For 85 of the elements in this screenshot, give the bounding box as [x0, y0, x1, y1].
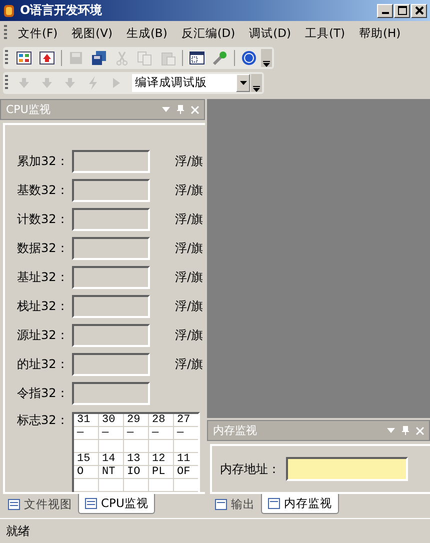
flag-value: — [149, 427, 174, 440]
document-icon [85, 498, 97, 509]
flag-value: O [74, 466, 99, 479]
menu-item[interactable]: 反汇编(D) [174, 26, 242, 40]
panel-title: 内存监视 [213, 423, 258, 438]
empty-cell [124, 440, 149, 453]
window-title: O语言开发环境 [20, 2, 104, 19]
overflow-icon[interactable] [251, 74, 262, 92]
maximize-button[interactable] [394, 4, 410, 18]
empty-cell [99, 440, 124, 453]
menu-item[interactable]: 生成(B) [119, 26, 174, 40]
register-field[interactable] [72, 208, 150, 231]
bit-number: 28 [149, 414, 174, 427]
build-mode-dropdown[interactable]: 编译成调试版 [132, 74, 250, 92]
panel-tab[interactable]: 文件视图 [2, 494, 78, 514]
flag-label: 浮/旗 [175, 269, 204, 286]
empty-cell [149, 440, 174, 453]
register-field[interactable] [72, 150, 150, 173]
menu-item[interactable]: 调试(D) [242, 26, 298, 40]
caret-icon [240, 80, 246, 84]
grip-handle[interactable] [4, 25, 7, 41]
flag-value: — [74, 427, 99, 440]
address-label: 内存地址： [219, 460, 281, 478]
flag-value: OF [174, 466, 198, 479]
register-label: 源址32： [16, 327, 69, 344]
bit-number: 30 [99, 414, 124, 427]
flag-label: 浮/旗 [175, 211, 204, 228]
flag-value: IO [124, 466, 149, 479]
register-label: 的址32： [16, 356, 69, 373]
register-label: 数据32： [16, 240, 69, 257]
flag-label: 浮/旗 [175, 356, 204, 373]
flag-label: 浮/旗 [175, 153, 204, 170]
register-field[interactable] [72, 237, 150, 260]
bit-number: 29 [124, 414, 149, 427]
flag-value: — [124, 427, 149, 440]
flag-label: 浮/旗 [175, 240, 204, 257]
register-field[interactable] [72, 353, 150, 376]
maximize-icon [398, 6, 406, 15]
register-label: 栈址32： [16, 298, 69, 315]
register-label: 标志32： [16, 412, 69, 429]
register-label: 基数32： [16, 182, 69, 199]
flag-label: 浮/旗 [175, 327, 204, 344]
register-label: 累加32： [16, 153, 69, 170]
flag-label: 浮/旗 [175, 182, 204, 199]
bit-number: 31 [74, 414, 99, 427]
panel-title: CPU监视 [6, 102, 52, 117]
grip-handle[interactable] [5, 50, 8, 66]
register-field[interactable] [72, 266, 150, 289]
close-button[interactable] [411, 4, 427, 18]
flag-value: — [174, 427, 198, 440]
app-icon [3, 4, 15, 18]
panel-tab[interactable]: 输出 [209, 494, 261, 514]
register-field[interactable] [72, 295, 150, 318]
register-label: 计数32： [16, 211, 69, 228]
menu-item[interactable]: 视图(V) [64, 26, 120, 40]
window-icon [268, 498, 280, 509]
register-field[interactable] [72, 179, 150, 202]
menu-item[interactable]: 帮助(H) [352, 26, 408, 40]
register-field[interactable] [72, 324, 150, 347]
flag-label: 浮/旗 [175, 298, 204, 315]
bit-number: 12 [149, 453, 174, 466]
bit-number: 11 [174, 453, 198, 466]
empty-cell [74, 440, 99, 453]
menu-item[interactable]: 文件(F) [11, 26, 65, 40]
register-label: 基址32： [16, 269, 69, 286]
bit-number: 15 [74, 453, 99, 466]
bit-number: 14 [99, 453, 124, 466]
flag-value: PL [149, 466, 174, 479]
address-field[interactable] [286, 457, 408, 481]
panel-tab[interactable]: CPU监视 [78, 494, 156, 514]
flag-value: — [99, 427, 124, 440]
bit-number: 27 [174, 414, 198, 427]
status-text: 就绪 [6, 522, 30, 540]
minimize-button[interactable] [377, 4, 393, 18]
register-field[interactable] [72, 382, 150, 405]
overflow-icon[interactable] [261, 48, 272, 66]
panel-tab[interactable]: 内存监视 [261, 494, 339, 514]
menu-item[interactable]: 工具(T) [298, 26, 352, 40]
register-label: 令指32： [16, 385, 69, 402]
document-icon [8, 498, 20, 510]
flag-value: NT [99, 466, 124, 479]
window-icon [215, 498, 227, 510]
bit-number: 13 [124, 453, 149, 466]
close-icon [414, 6, 424, 15]
grip-handle[interactable] [5, 74, 8, 90]
